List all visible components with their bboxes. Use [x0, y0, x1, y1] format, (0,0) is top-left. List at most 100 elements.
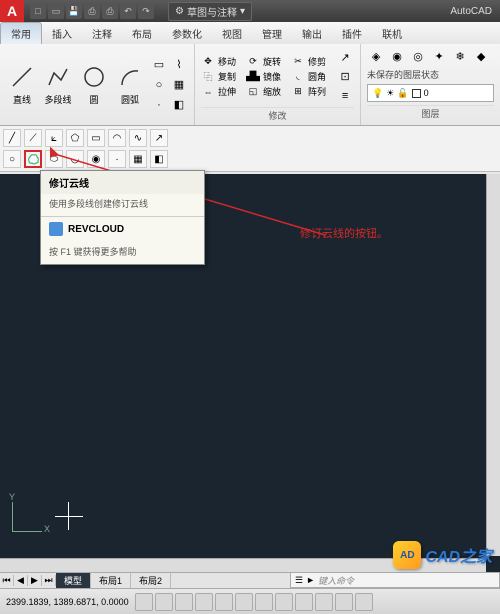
status-ortho-icon[interactable] — [175, 593, 193, 611]
line-icon — [8, 63, 36, 91]
copy-icon[interactable]: ⿻ — [201, 70, 215, 84]
qat-redo-icon[interactable]: ↷ — [138, 3, 154, 19]
layer-state-label[interactable]: 未保存的图层状态 — [367, 68, 494, 81]
status-ducs-icon[interactable] — [275, 593, 293, 611]
stretch-label: 拉伸 — [218, 85, 236, 98]
tool-region-icon[interactable]: ◧ — [150, 150, 168, 168]
tool-circle-icon[interactable]: ○ — [3, 150, 21, 168]
status-otrack-icon[interactable] — [255, 593, 273, 611]
layer-tool6-icon[interactable]: ◆ — [472, 47, 490, 65]
tab-nav-first-icon[interactable]: ⏮ — [0, 575, 14, 586]
layer-panel-label[interactable]: 图层 — [367, 105, 494, 121]
modify-extra2-icon[interactable]: ⊡ — [336, 68, 354, 86]
app-logo[interactable]: A — [0, 0, 24, 22]
point-icon[interactable]: · — [150, 96, 168, 114]
tool-point-icon[interactable]: · — [108, 150, 126, 168]
qat-print-icon[interactable]: ⎙ — [102, 3, 118, 19]
title-bar: A □ ▭ 💾 ⎙ ⎙ ↶ ↷ ⚙ 草图与注释 ▾ AutoCAD — [0, 0, 500, 22]
status-grid-icon[interactable] — [155, 593, 173, 611]
tab-online[interactable]: 联机 — [372, 23, 412, 44]
status-3dosnap-icon[interactable] — [235, 593, 253, 611]
ribbon-tabs: 常用 插入 注释 布局 参数化 视图 管理 输出 插件 联机 — [0, 22, 500, 44]
circle-button[interactable]: 圆 — [78, 63, 110, 106]
tab-insert[interactable]: 插入 — [42, 23, 82, 44]
tab-layout[interactable]: 布局 — [122, 23, 162, 44]
status-dyn-icon[interactable] — [295, 593, 313, 611]
tab-home[interactable]: 常用 — [0, 22, 42, 44]
array-icon[interactable]: ⊞ — [291, 85, 305, 99]
tool-donut-icon[interactable]: ◉ — [87, 150, 105, 168]
layer-tool2-icon[interactable]: ◉ — [388, 47, 406, 65]
vertical-scrollbar[interactable] — [486, 174, 500, 556]
rect-icon[interactable]: ▭ — [150, 56, 168, 74]
workspace-dropdown[interactable]: ⚙ 草图与注释 ▾ — [168, 2, 252, 21]
qat-undo-icon[interactable]: ↶ — [120, 3, 136, 19]
layer-tool3-icon[interactable]: ◎ — [409, 47, 427, 65]
layer-tool1-icon[interactable]: ◈ — [367, 47, 385, 65]
status-osnap-icon[interactable] — [215, 593, 233, 611]
tool-spline-icon[interactable]: ∿ — [129, 129, 147, 147]
status-tpy-icon[interactable] — [335, 593, 353, 611]
tab-nav-prev-icon[interactable]: ◀ — [14, 575, 28, 586]
trim-icon[interactable]: ✂ — [291, 55, 305, 69]
cmd-toggle-icon[interactable]: ☰ — [295, 575, 303, 586]
layer-tool4-icon[interactable]: ✦ — [430, 47, 448, 65]
tool-ellipse-icon[interactable]: ⬭ — [45, 150, 63, 168]
move-icon[interactable]: ✥ — [201, 55, 215, 69]
spline-icon[interactable]: ⌇ — [170, 56, 188, 74]
revcloud-button[interactable] — [24, 150, 42, 168]
polyline-button[interactable]: 多段线 — [42, 63, 74, 106]
tool-ray-icon[interactable]: ↗ — [150, 129, 168, 147]
command-line[interactable]: ☰ ► 键入命令 — [290, 572, 500, 588]
layer-tool5-icon[interactable]: ❄ — [451, 47, 469, 65]
tool-ellipsearc-icon[interactable]: ◡ — [66, 150, 84, 168]
tool-hatch-icon[interactable]: ▦ — [129, 150, 147, 168]
layer-dropdown[interactable]: 💡 ☀ 🔓 0 — [367, 84, 494, 102]
modify-panel-label[interactable]: 修改 — [201, 107, 354, 123]
line-label: 直线 — [13, 95, 31, 105]
tool-xline-icon[interactable]: ⟋ — [24, 129, 42, 147]
tab-nav-next-icon[interactable]: ▶ — [28, 575, 42, 586]
tool-polygon-icon[interactable]: ⬠ — [66, 129, 84, 147]
model-tab[interactable]: 模型 — [56, 573, 91, 588]
line-button[interactable]: 直线 — [6, 63, 38, 106]
layer-color-swatch — [412, 89, 421, 98]
modify-extra1-icon[interactable]: ↗ — [336, 49, 354, 67]
stretch-icon[interactable]: ⇔ — [201, 85, 215, 99]
mirror-icon[interactable]: ▟▙ — [246, 70, 260, 84]
ucs-icon: Y X — [12, 492, 42, 542]
tool-rect-icon[interactable]: ▭ — [87, 129, 105, 147]
tool-arc-icon[interactable]: ◠ — [108, 129, 126, 147]
rotate-icon[interactable]: ⟳ — [246, 55, 260, 69]
fillet-icon[interactable]: ◟ — [291, 70, 305, 84]
tab-nav-last-icon[interactable]: ⏭ — [42, 575, 56, 586]
qat-saveas-icon[interactable]: ⎙ — [84, 3, 100, 19]
tab-view[interactable]: 视图 — [212, 23, 252, 44]
status-polar-icon[interactable] — [195, 593, 213, 611]
tab-manage[interactable]: 管理 — [252, 23, 292, 44]
status-lwt-icon[interactable] — [315, 593, 333, 611]
tab-output[interactable]: 输出 — [292, 23, 332, 44]
region-icon[interactable]: ◧ — [170, 96, 188, 114]
tooltip-help: 按 F1 键获得更多帮助 — [41, 241, 204, 264]
workspace-label: 草图与注释 — [187, 4, 237, 19]
lock-icon: 🔓 — [397, 88, 408, 99]
status-snap-icon[interactable] — [135, 593, 153, 611]
qat-new-icon[interactable]: □ — [30, 3, 46, 19]
layout2-tab[interactable]: 布局2 — [131, 573, 171, 588]
arc-button[interactable]: 圆弧 — [114, 63, 146, 106]
coordinates[interactable]: 2399.1839, 1389.6871, 0.0000 — [6, 597, 129, 607]
tab-plugins[interactable]: 插件 — [332, 23, 372, 44]
modify-extra3-icon[interactable]: ≡ — [336, 87, 354, 105]
tab-annotate[interactable]: 注释 — [82, 23, 122, 44]
tool-pline-icon[interactable]: ⟀ — [45, 129, 63, 147]
qat-open-icon[interactable]: ▭ — [48, 3, 64, 19]
tool-line-icon[interactable]: ╱ — [3, 129, 21, 147]
hatch-icon[interactable]: ▦ — [170, 76, 188, 94]
ellipse-icon[interactable]: ○ — [150, 76, 168, 94]
qat-save-icon[interactable]: 💾 — [66, 3, 82, 19]
tab-parametric[interactable]: 参数化 — [162, 23, 212, 44]
layout1-tab[interactable]: 布局1 — [91, 573, 131, 588]
status-qp-icon[interactable] — [355, 593, 373, 611]
scale-icon[interactable]: ◱ — [246, 85, 260, 99]
